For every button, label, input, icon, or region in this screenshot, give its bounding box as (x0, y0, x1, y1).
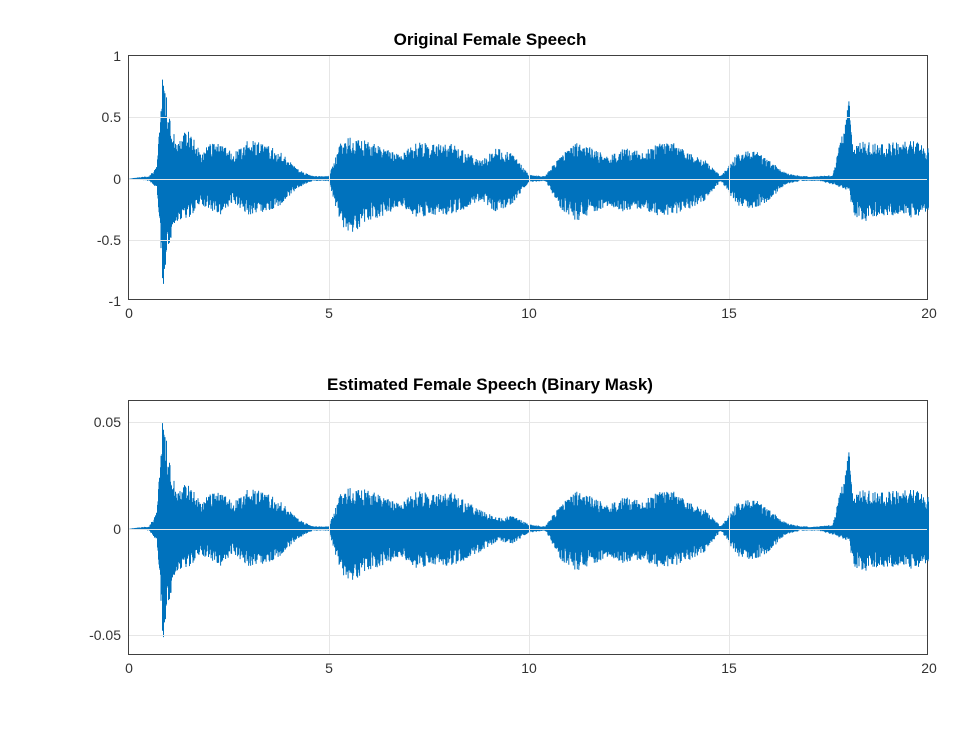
x-tick-label: 10 (521, 305, 537, 321)
grid-line (729, 401, 730, 654)
x-tick-label: 5 (325, 660, 333, 676)
y-tick-label: 0.05 (94, 414, 121, 430)
x-tick-label: 15 (721, 660, 737, 676)
axes-2: 05101520-0.0500.05 (128, 400, 928, 655)
y-tick-label: 0 (113, 521, 121, 537)
y-tick-label: -1 (109, 293, 121, 309)
grid-line (529, 56, 530, 299)
y-tick-label: 1 (113, 48, 121, 64)
x-tick-label: 15 (721, 305, 737, 321)
x-tick-label: 5 (325, 305, 333, 321)
grid-line (129, 179, 927, 180)
grid-line (129, 635, 927, 636)
axes-1: 05101520-1-0.500.51 (128, 55, 928, 300)
grid-line (129, 117, 927, 118)
grid-line (129, 422, 927, 423)
y-tick-label: 0.5 (102, 109, 121, 125)
grid-line (529, 401, 530, 654)
x-tick-label: 20 (921, 660, 937, 676)
chart-title-1: Original Female Speech (0, 30, 980, 50)
y-tick-label: 0 (113, 171, 121, 187)
y-tick-label: -0.5 (97, 232, 121, 248)
grid-line (729, 56, 730, 299)
grid-line (329, 401, 330, 654)
figure: Original Female Speech 05101520-1-0.500.… (0, 0, 980, 735)
y-tick-label: -0.05 (89, 627, 121, 643)
grid-line (129, 529, 927, 530)
x-tick-label: 0 (125, 660, 133, 676)
chart-title-2: Estimated Female Speech (Binary Mask) (0, 375, 980, 395)
grid-line (129, 240, 927, 241)
x-tick-label: 20 (921, 305, 937, 321)
grid-line (329, 56, 330, 299)
x-tick-label: 0 (125, 305, 133, 321)
x-tick-label: 10 (521, 660, 537, 676)
